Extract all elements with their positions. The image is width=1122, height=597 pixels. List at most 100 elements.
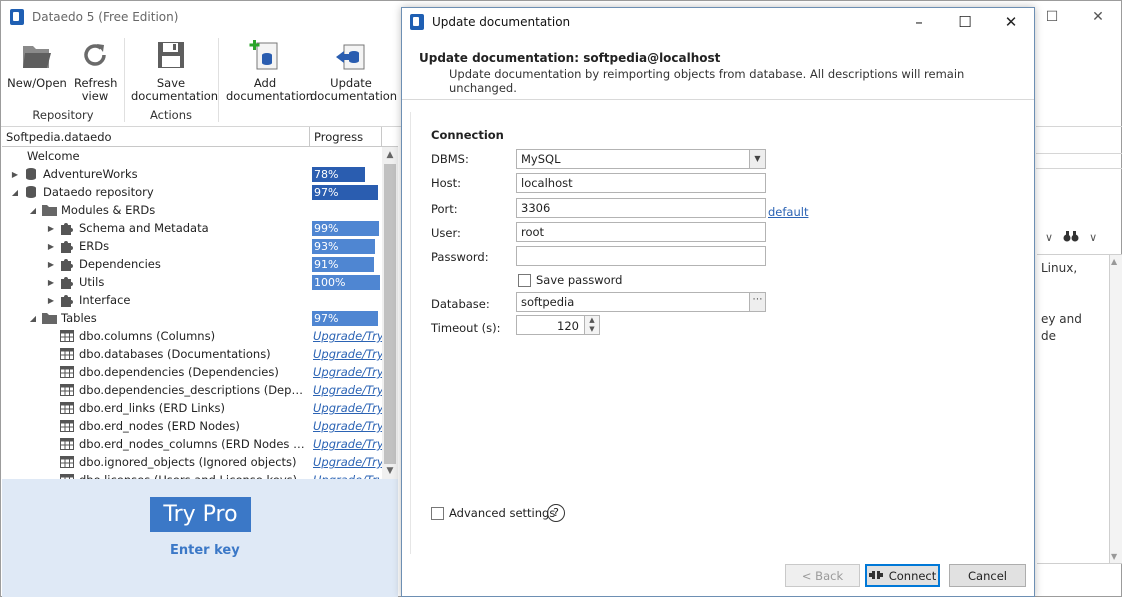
scroll-up-arrow-icon[interactable]: ▲: [1111, 257, 1117, 266]
port-input[interactable]: [516, 198, 766, 218]
tree-row[interactable]: dbo.erd_nodes_columns (ERD Nodes Columns…: [2, 435, 382, 453]
help-icon[interactable]: ?: [547, 504, 565, 522]
expand-arrow-icon[interactable]: ▶: [46, 260, 56, 269]
main-close-button[interactable]: ✕: [1075, 1, 1121, 32]
tree-row-label: Interface: [79, 293, 131, 307]
chevron-down-icon[interactable]: ▼: [749, 150, 765, 168]
main-maximize-button[interactable]: ☐: [1029, 1, 1075, 32]
checkbox-box[interactable]: [518, 273, 531, 287]
upgrade-try-link[interactable]: Upgrade/Try: [313, 365, 382, 379]
expand-arrow-icon[interactable]: ◢: [28, 206, 38, 215]
table-icon: [59, 401, 75, 415]
connect-button[interactable]: Connect: [865, 564, 940, 587]
checkbox-box[interactable]: [431, 506, 444, 520]
tree-row[interactable]: ▶ AdventureWorks 78%: [2, 165, 382, 183]
right-panel-tools: ∨ ∨: [1045, 230, 1097, 245]
back-button[interactable]: < Back: [785, 564, 860, 587]
tree-row[interactable]: dbo.licenses (Users and License keys)Upg…: [2, 471, 382, 479]
password-input[interactable]: [516, 246, 766, 266]
refresh-view-button[interactable]: Refresh view: [69, 38, 121, 103]
repository-tree[interactable]: Welcome ▶ AdventureWorks 78% ◢ Dataedo reposi…: [2, 147, 382, 479]
chevron-down-icon[interactable]: ∨: [1089, 231, 1097, 244]
upgrade-try-link[interactable]: Upgrade/Try: [313, 419, 382, 433]
tree-row[interactable]: ◢ Modules & ERDs: [2, 201, 382, 219]
tree-row-label: Dependencies: [79, 257, 161, 271]
tree-row[interactable]: dbo.dependencies_descriptions (Dependenc…: [2, 381, 382, 399]
expand-arrow-icon[interactable]: ▶: [46, 278, 56, 287]
tree-row[interactable]: Welcome: [2, 147, 382, 165]
tree-row-label: Schema and Metadata: [79, 221, 209, 235]
upgrade-try-link[interactable]: Upgrade/Try: [313, 455, 382, 469]
tree-row[interactable]: ▶ Interface: [2, 291, 382, 309]
tree-row-label: ERDs: [79, 239, 110, 253]
tree-row[interactable]: dbo.erd_nodes (ERD Nodes) Upgrade/Try: [2, 417, 382, 435]
expand-arrow-icon[interactable]: ▶: [10, 170, 20, 179]
tree-row[interactable]: ◢ Tables 97%: [2, 309, 382, 327]
tree-row[interactable]: dbo.databases (Documentations) Upgrade/Tr…: [2, 345, 382, 363]
dialog-close-button[interactable]: ✕: [988, 8, 1034, 36]
tree-row[interactable]: ▶ Schema and Metadata 99%: [2, 219, 382, 237]
dbms-select[interactable]: MySQL ▼: [516, 149, 766, 169]
advanced-settings-checkbox[interactable]: Advanced settings: [431, 506, 555, 520]
expand-arrow-icon[interactable]: ◢: [10, 188, 20, 197]
try-pro-button[interactable]: Try Pro: [150, 497, 251, 532]
add-documentation-button[interactable]: Add documentation: [226, 38, 313, 103]
tree-row[interactable]: ◢ Dataedo repository 97%: [2, 183, 382, 201]
timeout-spinner[interactable]: 120 ▲ ▼: [516, 315, 600, 335]
enter-key-link[interactable]: Enter key: [170, 543, 240, 558]
tree-row[interactable]: dbo.ignored_objects (Ignored objects) Upg…: [2, 453, 382, 471]
dialog-minimize-button[interactable]: –: [896, 8, 942, 36]
expand-arrow-icon[interactable]: ▶: [46, 296, 56, 305]
chevron-down-icon[interactable]: ∨: [1045, 231, 1053, 244]
tree-row[interactable]: dbo.dependencies (Dependencies) Upgrade/T…: [2, 363, 382, 381]
expand-arrow-icon[interactable]: ▶: [46, 224, 56, 233]
cancel-button[interactable]: Cancel: [949, 564, 1026, 587]
dialog-maximize-button[interactable]: ☐: [942, 8, 988, 36]
scroll-down-arrow-icon[interactable]: ▼: [382, 463, 398, 479]
browse-ellipsis-icon[interactable]: ⋯: [749, 293, 765, 311]
main-window-title: Dataedo 5 (Free Edition): [32, 9, 179, 24]
scroll-down-arrow-icon[interactable]: ▼: [1111, 552, 1117, 561]
save-documentation-button[interactable]: Save documentation: [131, 38, 218, 103]
upgrade-try-link[interactable]: Upgrade/Try: [313, 347, 382, 361]
actions-group-label: Actions: [149, 108, 192, 122]
new-open-button[interactable]: New/Open: [7, 38, 67, 90]
default-port-link[interactable]: default: [768, 205, 808, 219]
tree-header-progress[interactable]: Progress: [310, 127, 382, 146]
user-input[interactable]: [516, 222, 766, 242]
upgrade-try-link[interactable]: Upgrade/Try: [313, 383, 382, 397]
db-icon: [23, 185, 39, 199]
binoculars-icon[interactable]: [1063, 230, 1079, 245]
progress-bar: 78%: [312, 167, 365, 182]
description-editor[interactable]: Linux, ey and de: [1037, 254, 1110, 564]
scrollbar-thumb[interactable]: [384, 164, 396, 464]
scroll-up-arrow-icon[interactable]: ▲: [382, 147, 398, 163]
table-icon: [59, 329, 75, 343]
progress-bar: 99%: [312, 221, 379, 236]
tree-scrollbar[interactable]: ▲ ▼: [382, 147, 398, 479]
update-documentation-button[interactable]: Update documentation: [310, 38, 397, 103]
dialog-header: Update documentation: softpedia@localhos…: [402, 36, 1034, 100]
host-input[interactable]: [516, 173, 766, 193]
tree-row[interactable]: dbo.columns (Columns) Upgrade/Try: [2, 327, 382, 345]
upgrade-try-link[interactable]: Upgrade/Try: [313, 437, 382, 451]
expand-arrow-icon[interactable]: ◢: [28, 314, 38, 323]
dialog-window-controls: – ☐ ✕: [896, 8, 1034, 36]
description-scrollbar[interactable]: ▲ ▼: [1110, 254, 1122, 564]
tree-row[interactable]: dbo.erd_links (ERD Links) Upgrade/Try: [2, 399, 382, 417]
upgrade-try-link[interactable]: Upgrade/Try: [313, 329, 382, 343]
upgrade-try-link[interactable]: Upgrade/Try: [313, 401, 382, 415]
tree-row[interactable]: ▶ Utils 100%: [2, 273, 382, 291]
expand-arrow-icon[interactable]: ▶: [46, 242, 56, 251]
tree-header-name[interactable]: Softpedia.dataedo: [2, 127, 310, 146]
tree-row-label: Modules & ERDs: [61, 203, 156, 217]
database-input[interactable]: softpedia ⋯: [516, 292, 766, 312]
save-password-checkbox[interactable]: Save password: [518, 273, 622, 287]
table-icon: [59, 455, 75, 469]
dialog-subheading: Update documentation by reimporting obje…: [449, 67, 965, 95]
password-label: Password:: [431, 250, 489, 264]
promo-panel: Try Pro Enter key: [2, 479, 398, 597]
tree-row[interactable]: ▶ ERDs 93%: [2, 237, 382, 255]
tree-row[interactable]: ▶ Dependencies 91%: [2, 255, 382, 273]
spinner-arrows-icon[interactable]: ▲ ▼: [584, 316, 599, 334]
